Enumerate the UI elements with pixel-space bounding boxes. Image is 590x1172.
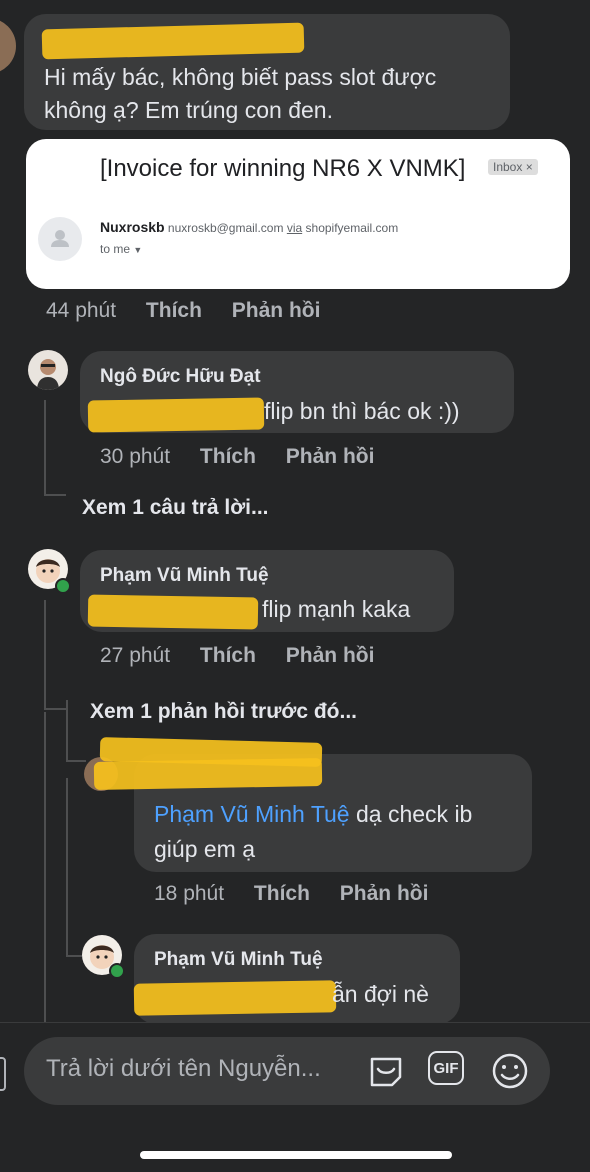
- comment-bubble: Hi mấy bác, không biết pass slot được kh…: [24, 14, 510, 130]
- reply-text: flip bn thì bác ok :)): [264, 398, 460, 424]
- commenter-name[interactable]: Phạm Vũ Minh Tuệ: [100, 565, 269, 587]
- person-photo-icon: [37, 359, 59, 390]
- sender-avatar: [38, 217, 82, 261]
- reply-button[interactable]: Phản hồi: [286, 644, 375, 667]
- view-previous-replies-link[interactable]: Xem 1 phản hồi trước đó...: [90, 700, 357, 724]
- timestamp: 30 phút: [100, 445, 171, 468]
- thread-line: [44, 708, 66, 710]
- sender-line: Nuxroskb nuxroskb@gmail.com via shopifye…: [100, 219, 399, 235]
- redacted-name: [93, 758, 323, 790]
- avatar[interactable]: [28, 350, 68, 390]
- thread-line: [44, 400, 46, 496]
- reply-bubble: Phạm Vũ Minh Tuệ ẫn đợi nè: [133, 934, 460, 1024]
- sticker-icon[interactable]: [366, 1051, 406, 1091]
- reply-actions: 27 phút Thích Phản hồi: [100, 644, 374, 668]
- reply-placeholder: Trả lời dưới tên Nguyễn...: [46, 1055, 321, 1082]
- redacted-mention: [87, 594, 259, 630]
- reply-bubble: Phạm Vũ Minh Tuệ flip mạnh kaka: [80, 550, 454, 632]
- reply-text: Phạm Vũ Minh Tuệ dạ check ib: [154, 801, 473, 827]
- home-indicator: [140, 1151, 452, 1159]
- like-button[interactable]: Thích: [254, 882, 310, 905]
- timestamp: 27 phút: [100, 644, 171, 667]
- reply-text: flip mạnh kaka: [262, 596, 411, 622]
- online-status-icon: [109, 963, 125, 979]
- mention-link[interactable]: Phạm Vũ Minh Tuệ: [154, 801, 350, 827]
- email-label: Inbox ×: [488, 159, 538, 175]
- reply-button[interactable]: Phản hồi: [340, 882, 429, 905]
- reply-text: giúp em ạ: [154, 836, 256, 862]
- email-image[interactable]: [Invoice for winning NR6 X VNMK] Inbox ×…: [26, 139, 570, 289]
- reply-button[interactable]: Phản hồi: [286, 445, 375, 468]
- reply-text: ẫn đợi nè: [332, 981, 429, 1007]
- view-more-replies-link[interactable]: Xem 1 câu trả lời...: [82, 496, 269, 520]
- like-button[interactable]: Thích: [200, 644, 256, 667]
- thread-line: [66, 955, 82, 957]
- avatar[interactable]: [0, 18, 16, 74]
- reply-bubble: Phạm Vũ Minh Tuệ dạ check ib giúp em ạ: [93, 737, 532, 872]
- reply-bubble: Ngô Đức Hữu Đạt flip bn thì bác ok :)): [80, 351, 514, 433]
- online-status-icon: [55, 578, 71, 594]
- timestamp: 44 phút: [46, 299, 117, 322]
- commenter-name[interactable]: Ngô Đức Hữu Đạt: [100, 366, 261, 388]
- reply-actions: 18 phút Thích Phản hồi: [154, 882, 428, 906]
- thread-line: [66, 760, 86, 762]
- gif-icon[interactable]: GIF: [428, 1051, 468, 1091]
- redacted-name: [41, 22, 305, 60]
- redacted-mention: [87, 397, 265, 433]
- redacted-mention: [133, 980, 337, 1016]
- person-icon: [51, 230, 69, 247]
- recipient-line: to me ▼: [100, 242, 143, 256]
- reply-input[interactable]: Trả lời dưới tên Nguyễn... GIF: [24, 1037, 550, 1105]
- commenter-name[interactable]: Phạm Vũ Minh Tuệ: [154, 949, 323, 971]
- composer-left-edge: [0, 1057, 6, 1091]
- email-subject: [Invoice for winning NR6 X VNMK]: [100, 155, 466, 182]
- comment-text: không ạ? Em trúng con đen.: [44, 97, 333, 123]
- thread-line: [66, 700, 68, 762]
- thread-line: [66, 778, 68, 956]
- composer-bar: Trả lời dưới tên Nguyễn... GIF: [0, 1022, 590, 1172]
- comment-text: Hi mấy bác, không biết pass slot được: [44, 64, 437, 90]
- reply-button[interactable]: Phản hồi: [232, 299, 321, 322]
- thread-line: [44, 494, 66, 496]
- thread-line: [44, 712, 46, 1024]
- thread-line: [44, 600, 46, 710]
- like-button[interactable]: Thích: [200, 445, 256, 468]
- reply-actions: 30 phút Thích Phản hồi: [100, 445, 374, 469]
- comment-actions: 44 phút Thích Phản hồi: [46, 299, 320, 323]
- timestamp: 18 phút: [154, 882, 225, 905]
- emoji-icon[interactable]: [490, 1051, 530, 1091]
- like-button[interactable]: Thích: [146, 299, 202, 322]
